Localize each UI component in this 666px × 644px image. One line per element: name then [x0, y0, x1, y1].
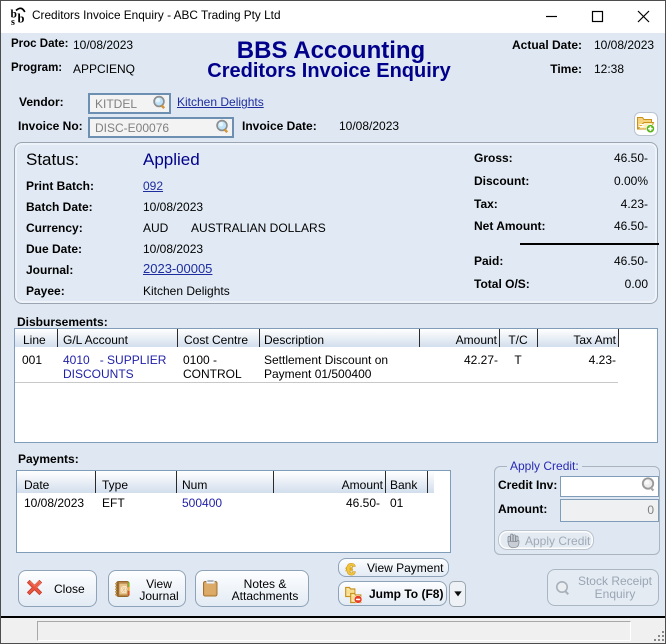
svg-text:b: b: [18, 12, 25, 26]
svg-text:€: €: [346, 560, 356, 578]
svg-text:@: @: [120, 585, 128, 594]
svg-text:s: s: [11, 17, 15, 26]
